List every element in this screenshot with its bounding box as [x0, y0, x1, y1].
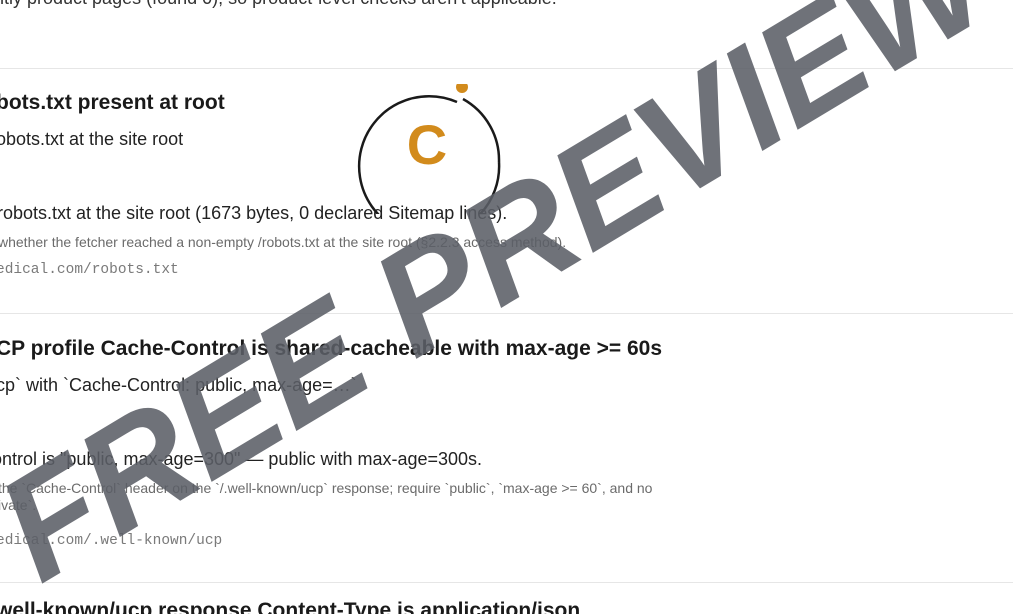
divider — [0, 582, 1013, 583]
check-url: edical.com/.well-known/ucp — [0, 533, 223, 549]
divider — [0, 68, 1013, 69]
top-text: ntly product pages (found 0), so product… — [0, 0, 557, 9]
divider — [0, 313, 1013, 314]
brand-logo: C — [357, 84, 501, 214]
svg-text:C: C — [407, 113, 447, 176]
check-title: well-known/ucp response Content-Type is … — [0, 599, 581, 614]
check-method: the `Cache-Control` header on the `/.wel… — [0, 480, 653, 496]
check-description: cp` with `Cache-Control: public, max-age… — [0, 375, 357, 395]
check-description: obots.txt at the site root — [0, 129, 184, 149]
check-method: whether the fetcher reached a non-empty … — [0, 234, 567, 250]
check-method-cont: ivate`. — [0, 497, 37, 513]
check-title: CP profile Cache-Control is shared-cache… — [0, 337, 663, 360]
check-result: ontrol is "public, max-age=300" — public… — [0, 449, 483, 469]
check-url: edical.com/robots.txt — [0, 262, 179, 278]
check-title: bots.txt present at root — [0, 91, 225, 114]
